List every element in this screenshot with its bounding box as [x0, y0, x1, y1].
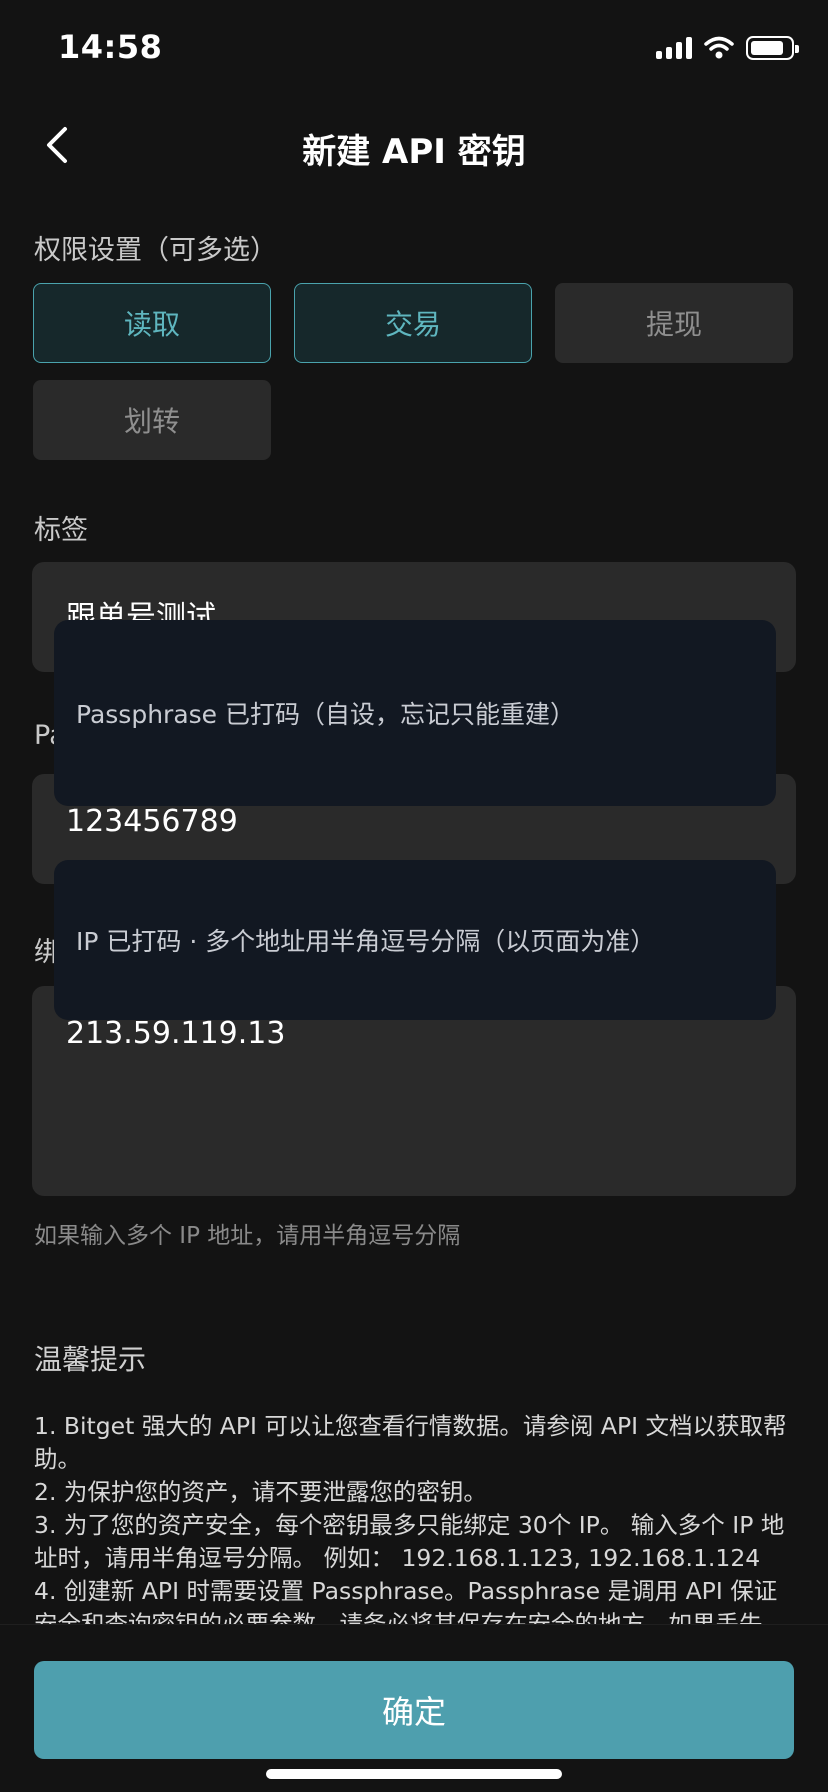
passphrase-input-value: 123456789 [66, 804, 238, 839]
nav-bar: 新建 API 密钥 [0, 100, 828, 190]
passphrase-toast-text: Passphrase 已打码（自设，忘记只能重建） [76, 700, 575, 729]
permission-trade-button[interactable]: 交易 [294, 283, 532, 363]
status-icons [656, 36, 799, 60]
permission-withdraw-button[interactable]: 提现 [555, 283, 793, 363]
tip-item: 3. 为了您的资产安全，每个密钥最多只能绑定 30个 IP。 输入多个 IP 地… [34, 1511, 785, 1572]
tips-title: 温馨提示 [34, 1343, 147, 1376]
tag-label: 标签 [34, 515, 88, 546]
page-title: 新建 API 密钥 [302, 132, 526, 172]
tip-item: 2. 为保护您的资产，请不要泄露您的密钥。 [34, 1478, 487, 1506]
status-time: 14:58 [58, 28, 163, 66]
permission-transfer-button[interactable]: 划转 [33, 380, 271, 460]
ip-helper-text: 如果输入多个 IP 地址，请用半角逗号分隔 [34, 1223, 461, 1249]
permission-trade-label: 交易 [384, 308, 441, 341]
permissions-label: 权限设置（可多选） [34, 235, 277, 266]
battery-icon [746, 36, 799, 60]
ip-input-value: 213.59.119.13 [66, 1016, 286, 1051]
passphrase-toast: Passphrase 已打码（自设，忘记只能重建） [54, 620, 776, 806]
permission-read-label: 读取 [123, 308, 180, 341]
status-bar: 14:58 [0, 0, 828, 100]
home-indicator [266, 1769, 562, 1779]
ip-toast-text: IP 已打码 · 多个地址用半角逗号分隔（以页面为准） [76, 927, 656, 956]
confirm-button-label: 确定 [381, 1693, 446, 1731]
cellular-signal-icon [656, 37, 692, 59]
screen: 14:58 新建 API 密钥 权限设置（可多选） 读取 交易 提现 划转 标签… [0, 0, 828, 1792]
permission-withdraw-label: 提现 [645, 308, 702, 341]
wifi-icon [704, 36, 734, 59]
ip-toast: IP 已打码 · 多个地址用半角逗号分隔（以页面为准） [54, 860, 776, 1020]
permission-transfer-label: 划转 [123, 405, 180, 438]
confirm-button[interactable]: 确定 [34, 1661, 794, 1759]
tips-body: 1. Bitget 强大的 API 可以让您查看行情数据。请参阅 API 文档以… [34, 1410, 796, 1641]
tip-item: 1. Bitget 强大的 API 可以让您查看行情数据。请参阅 API 文档以… [34, 1412, 787, 1473]
bottom-action-area: 确定 [0, 1624, 828, 1792]
permission-read-button[interactable]: 读取 [33, 283, 271, 363]
